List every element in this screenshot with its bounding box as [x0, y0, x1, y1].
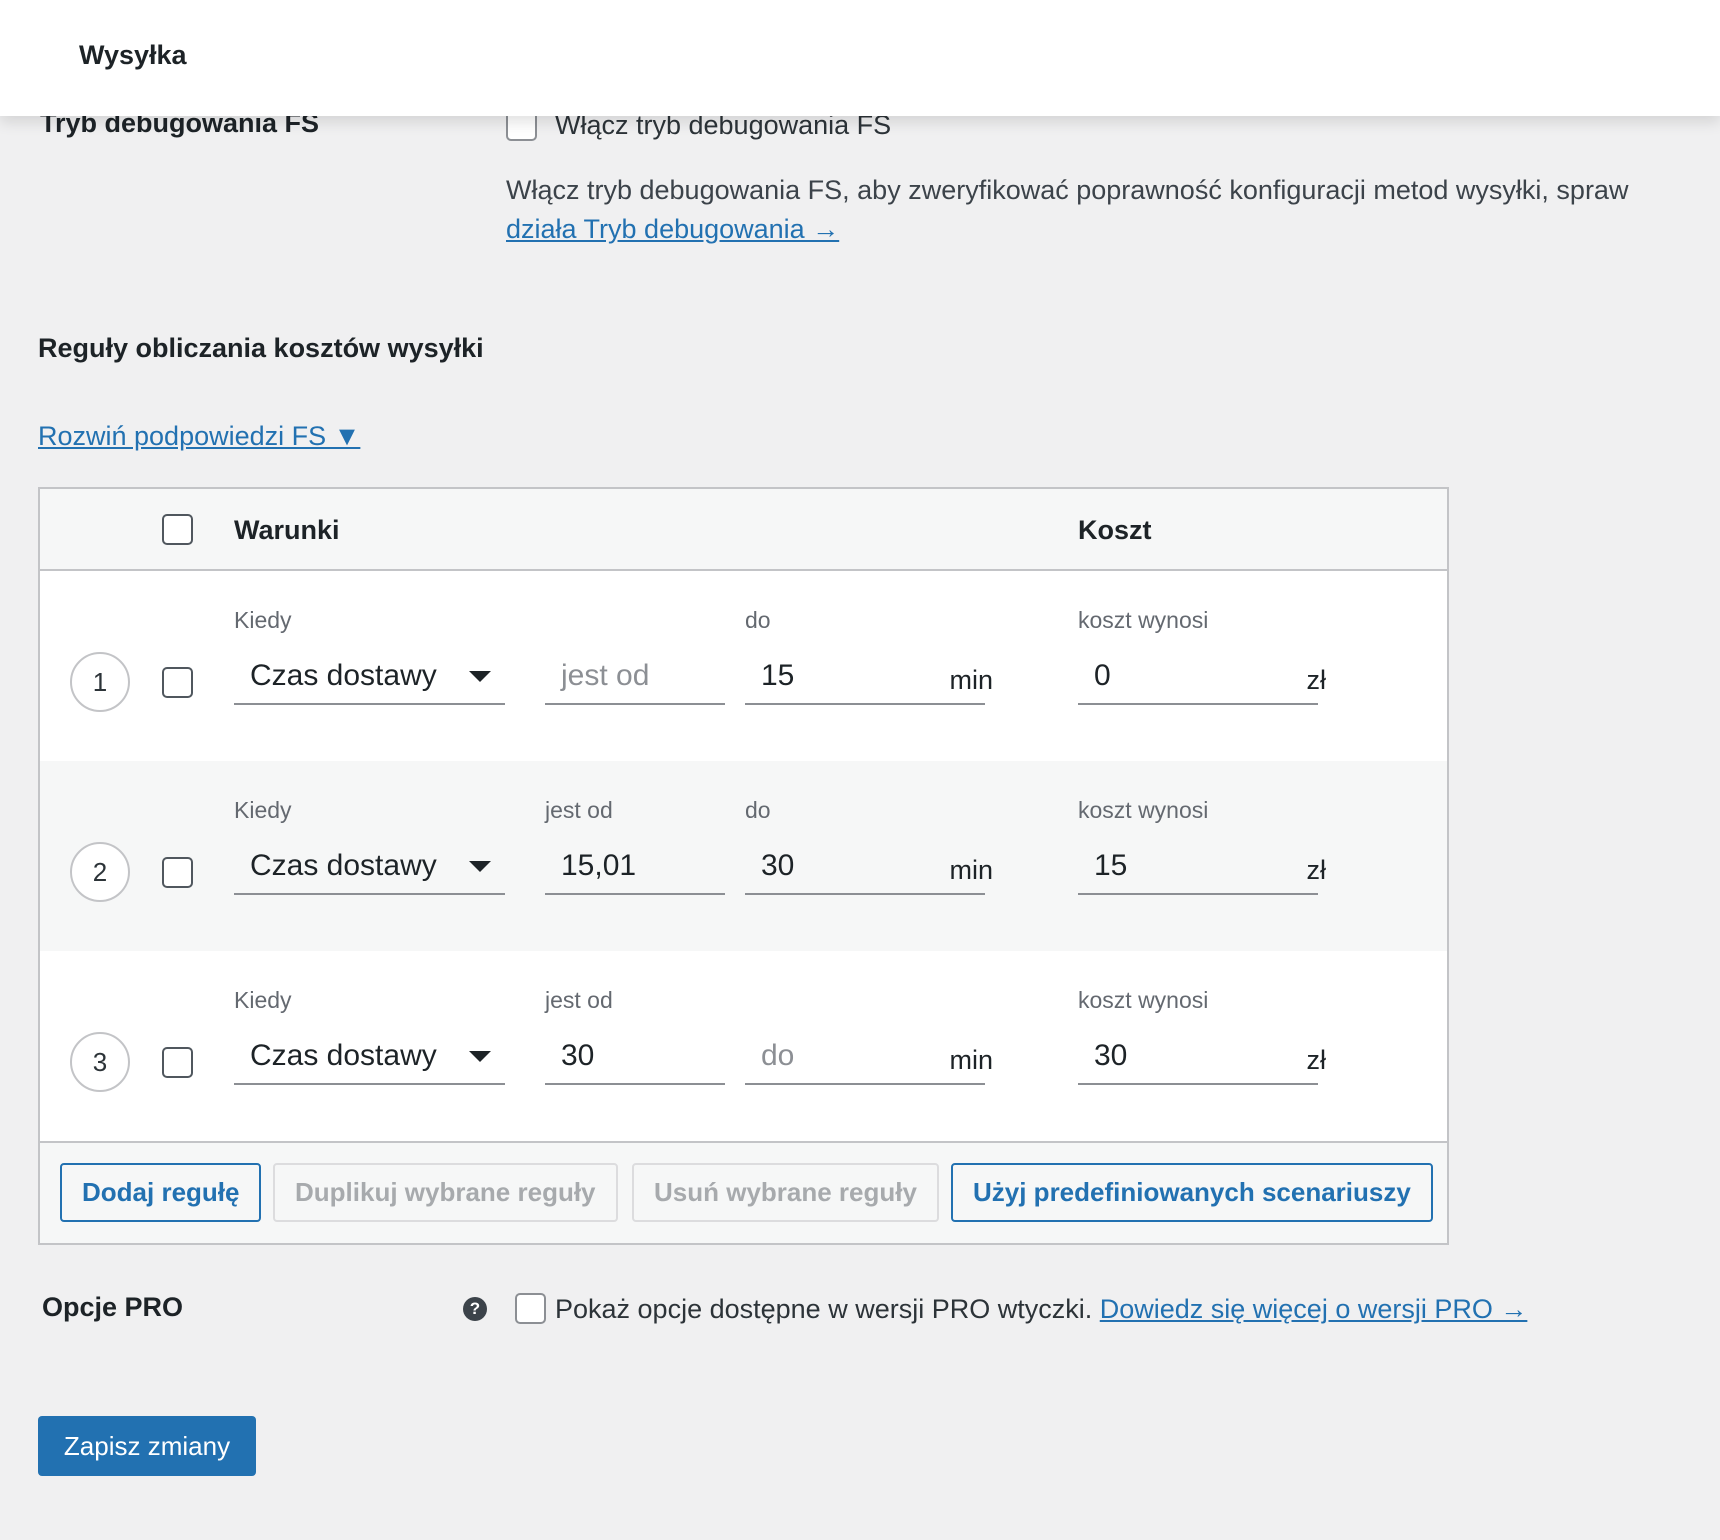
- to-input[interactable]: do min: [745, 987, 993, 1085]
- dropdown-caret-icon: [469, 671, 491, 682]
- pro-learn-more-link[interactable]: Dowiedz się więcej o wersji PRO →: [1100, 1294, 1528, 1324]
- rule-row-1: 1 Kiedy Czas dostawy jest od do 15 min ko…: [40, 571, 1447, 761]
- when-value: Czas dostawy: [250, 659, 437, 692]
- unit-label: min: [949, 1045, 993, 1075]
- to-input[interactable]: do 30 min: [745, 797, 993, 895]
- when-select[interactable]: Kiedy Czas dostawy: [234, 607, 505, 705]
- cost-label: koszt wynosi: [1078, 797, 1209, 823]
- rule-number[interactable]: 2: [70, 842, 130, 902]
- to-label: do: [745, 607, 771, 633]
- save-changes-button[interactable]: Zapisz zmiany: [38, 1416, 256, 1476]
- rules-section-title: Reguły obliczania kosztów wysyłki: [38, 333, 484, 363]
- unit-label: min: [949, 665, 993, 695]
- cost-column-header: Koszt: [1078, 515, 1152, 545]
- page-title: Wysyłka: [79, 40, 187, 70]
- from-label: jest od: [545, 987, 613, 1013]
- to-label: [745, 987, 985, 1015]
- rule-number[interactable]: 3: [70, 1032, 130, 1092]
- rules-table-footer: Dodaj regułę Duplikuj wybrane reguły Usu…: [40, 1141, 1447, 1243]
- rule-number[interactable]: 1: [70, 652, 130, 712]
- from-value: 30: [561, 1039, 595, 1072]
- pro-options-checkbox[interactable]: [515, 1293, 546, 1324]
- currency-label: zł: [1306, 665, 1327, 695]
- from-label: [545, 607, 725, 635]
- from-value: 15,01: [561, 849, 637, 882]
- rules-table-header: Warunki Koszt: [40, 489, 1447, 571]
- pro-options-checkbox-label[interactable]: Pokaż opcje dostępne w wersji PRO wtyczk…: [555, 1294, 1092, 1324]
- to-label: do: [745, 797, 771, 823]
- debug-mode-description: Włącz tryb debugowania FS, aby zweryfiko…: [506, 171, 1628, 249]
- currency-label: zł: [1306, 855, 1327, 885]
- when-label: Kiedy: [234, 987, 292, 1013]
- delete-rules-button[interactable]: Usuń wybrane reguły: [632, 1163, 939, 1222]
- cost-input[interactable]: koszt wynosi 15 zł: [1078, 797, 1326, 895]
- rule-select-checkbox[interactable]: [162, 667, 193, 698]
- to-input[interactable]: do 15 min: [745, 607, 993, 705]
- pro-options-label: Opcje PRO: [42, 1292, 184, 1322]
- when-value: Czas dostawy: [250, 1039, 437, 1072]
- debug-description-text: Włącz tryb debugowania FS, aby zweryfiko…: [506, 175, 1629, 205]
- dropdown-caret-icon: [469, 1051, 491, 1062]
- rule-row-3: 3 Kiedy Czas dostawy jest od 30 do min ko…: [40, 951, 1447, 1141]
- to-value: 15: [761, 659, 795, 692]
- top-bar: Wysyłka: [0, 0, 1720, 116]
- rule-select-checkbox[interactable]: [162, 1047, 193, 1078]
- dropdown-caret-icon: [469, 861, 491, 872]
- cost-value: 15: [1094, 849, 1128, 882]
- to-placeholder: do: [761, 1039, 795, 1072]
- when-value: Czas dostawy: [250, 849, 437, 882]
- from-input[interactable]: jest od 15,01: [545, 797, 725, 895]
- when-label: Kiedy: [234, 607, 292, 633]
- when-select[interactable]: Kiedy Czas dostawy: [234, 987, 505, 1085]
- cost-label: koszt wynosi: [1078, 607, 1209, 633]
- when-select[interactable]: Kiedy Czas dostawy: [234, 797, 505, 895]
- cost-input[interactable]: koszt wynosi 30 zł: [1078, 987, 1326, 1085]
- currency-label: zł: [1306, 1045, 1327, 1075]
- from-label: jest od: [545, 797, 613, 823]
- select-all-checkbox[interactable]: [162, 514, 193, 545]
- add-rule-button[interactable]: Dodaj regułę: [60, 1163, 262, 1222]
- debug-mode-link[interactable]: działa Tryb debugowania →: [506, 214, 839, 244]
- rule-row-2: 2 Kiedy Czas dostawy jest od 15,01 do 30…: [40, 761, 1447, 951]
- rule-select-checkbox[interactable]: [162, 857, 193, 888]
- cost-input[interactable]: koszt wynosi 0 zł: [1078, 607, 1326, 705]
- from-input[interactable]: jest od 30: [545, 987, 725, 1085]
- cost-value: 0: [1094, 659, 1111, 692]
- cost-label: koszt wynosi: [1078, 987, 1209, 1013]
- from-placeholder: jest od: [561, 659, 650, 692]
- rules-table: Warunki Koszt 1 Kiedy Czas dostawy jest …: [38, 487, 1449, 1245]
- pro-options-text: Pokaż opcje dostępne w wersji PRO wtyczk…: [555, 1294, 1527, 1325]
- to-value: 30: [761, 849, 795, 882]
- duplicate-rules-button[interactable]: Duplikuj wybrane reguły: [273, 1163, 618, 1222]
- conditions-column-header: Warunki: [234, 515, 340, 545]
- when-label: Kiedy: [234, 797, 292, 823]
- predefined-scenarios-button[interactable]: Użyj predefiniowanych scenariuszy: [951, 1163, 1433, 1222]
- from-input[interactable]: jest od: [545, 607, 725, 705]
- help-icon[interactable]: ?: [463, 1297, 487, 1321]
- cost-value: 30: [1094, 1039, 1128, 1072]
- expand-hints-link[interactable]: Rozwiń podpowiedzi FS ▼: [38, 421, 360, 452]
- unit-label: min: [949, 855, 993, 885]
